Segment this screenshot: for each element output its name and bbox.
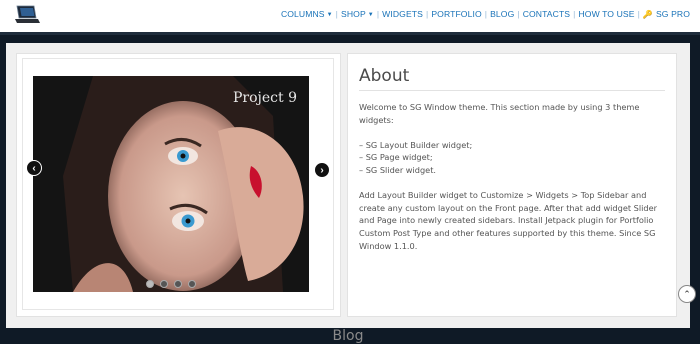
nav-item-widgets[interactable]: WIDGETS <box>382 9 423 19</box>
nav-separator: | <box>637 9 640 19</box>
key-icon: 🔑 <box>642 9 653 19</box>
slider-dot[interactable] <box>160 280 168 288</box>
nav-item-shop[interactable]: SHOP ▼ <box>341 9 374 19</box>
nav-separator: | <box>425 9 429 19</box>
about-paragraph: Add Layout Builder widget to Customize >… <box>359 190 658 251</box>
chevron-left-icon[interactable]: ‹ <box>26 160 42 176</box>
nav-item-label: HOW TO USE <box>578 9 635 19</box>
slider-dot[interactable] <box>146 280 154 288</box>
nav-item-how-to-use[interactable]: HOW TO USE <box>578 9 634 19</box>
slider-dot[interactable] <box>174 280 182 288</box>
nav-item-label: WIDGETS <box>382 9 423 19</box>
nav-item-contacts[interactable]: CONTACTS <box>523 9 570 19</box>
chevron-right-icon[interactable]: › <box>314 162 330 178</box>
slide-image[interactable]: Project 9 <box>33 76 309 292</box>
nav-item-label: SG PRO <box>655 9 690 19</box>
site-header: COLUMNS ▼ | SHOP ▼ | WIDGETS | PORTFOLIO | BLOG | CO… <box>0 0 700 35</box>
nav-item-blog[interactable]: BLOG <box>490 9 514 19</box>
chevron-up-icon[interactable]: ⌃ <box>678 285 696 303</box>
slider-panel: Project 9 ‹ › <box>16 53 341 317</box>
slider-pagination <box>146 280 196 288</box>
nav-separator: | <box>484 9 488 19</box>
nav-item-label: BLOG <box>490 9 515 19</box>
about-widget-list: – SG Layout Builder widget; – SG Page wi… <box>359 139 473 175</box>
nav-item-sg-pro[interactable]: 🔑 SG PRO <box>643 9 690 19</box>
nav-item-label: SHOP <box>341 9 366 19</box>
nav-separator: | <box>573 9 576 19</box>
main-nav: COLUMNS ▼ | SHOP ▼ | WIDGETS | PORTFOLIO | BLOG | CO… <box>281 9 690 19</box>
nav-separator: | <box>335 9 339 19</box>
nav-item-label: PORTFOLIO <box>431 9 482 19</box>
header-shadow-strip <box>0 35 700 43</box>
front-page-content: Project 9 ‹ › About Welcome to SG Window… <box>6 43 690 344</box>
chevron-down-icon: ▼ <box>326 11 333 18</box>
nav-item-label: CONTACTS <box>522 9 571 19</box>
chevron-down-icon: ▼ <box>367 11 374 18</box>
about-body: Welcome to SG Window theme. This section… <box>359 101 669 265</box>
nav-separator: | <box>517 9 520 19</box>
laptop-icon[interactable] <box>14 4 40 26</box>
nav-item-portfolio[interactable]: PORTFOLIO <box>431 9 481 19</box>
about-title: About <box>359 66 410 86</box>
nav-item-label: COLUMNS <box>280 9 325 19</box>
about-panel: About Welcome to SG Window theme. This s… <box>347 53 677 317</box>
about-paragraph: Welcome to SG Window theme. This section… <box>359 102 640 125</box>
about-divider <box>359 90 665 91</box>
nav-item-columns[interactable]: COLUMNS ▼ <box>281 9 333 19</box>
nav-separator: | <box>376 9 380 19</box>
slide-title: Project 9 <box>233 90 297 106</box>
portrait-image <box>33 76 309 292</box>
slider-dot[interactable] <box>188 280 196 288</box>
